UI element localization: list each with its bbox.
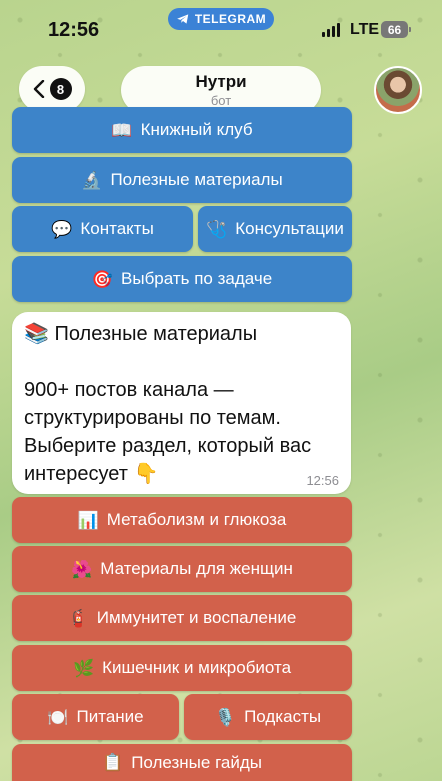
avatar[interactable] [374, 66, 422, 114]
message-bubble[interactable]: 📚 Полезные материалы 900+ постов канала … [12, 312, 351, 494]
herb-icon: 🌿 [72, 658, 95, 678]
flower-icon: 🌺 [71, 559, 93, 579]
keyboard-button-consultations[interactable]: 🩺 Консультации [198, 206, 352, 252]
inline-button-women[interactable]: 🌺 Материалы для женщин [12, 546, 352, 592]
signal-icon [322, 23, 340, 37]
keyboard-button-contacts[interactable]: 💬 Контакты [12, 206, 193, 252]
inline-button-guides[interactable]: 📋 Полезные гайды [12, 744, 352, 781]
keyboard-button-label: Контакты [80, 219, 154, 238]
battery-icon: 66 [381, 21, 411, 38]
unread-count-badge: 8 [49, 78, 72, 100]
inline-button-immunity[interactable]: 🧯 Иммунитет и воспаление [12, 595, 352, 641]
message-text-line: структурированы по темам. [24, 407, 281, 429]
stethoscope-icon: 🩺 [206, 219, 228, 239]
message-text-line: 900+ постов канала — [24, 379, 234, 401]
inline-button-label: Полезные гайды [131, 752, 262, 772]
keyboard-button-useful-materials[interactable]: 🔬 Полезные материалы [12, 157, 352, 203]
inline-button-label: Подкасты [244, 707, 322, 726]
speech-bubble-icon: 💬 [51, 219, 73, 239]
keyboard-button-label: Выбрать по задаче [121, 269, 273, 288]
message-title: 📚 Полезные материалы [24, 323, 258, 345]
telegram-icon [176, 14, 189, 24]
keyboard-button-choose-by-task[interactable]: 🎯 Выбрать по задаче [12, 256, 352, 302]
keyboard-button-label: Консультации [235, 219, 344, 238]
extinguisher-icon: 🧯 [67, 608, 89, 628]
telegram-badge-label: TELEGRAM [194, 12, 267, 26]
telegram-badge[interactable]: TELEGRAM [168, 8, 274, 30]
keyboard-button-label: Книжный клуб [140, 120, 253, 139]
inline-button-metabolism[interactable]: 📊 Метаболизм и глюкоза [12, 497, 352, 543]
microphone-icon: 🎙️ [214, 707, 237, 727]
inline-button-label: Метаболизм и глюкоза [106, 510, 287, 529]
keyboard-button-book-club[interactable]: 📖 Книжный клуб [12, 107, 352, 153]
clipboard-icon: 📋 [102, 753, 124, 772]
inline-button-podcasts[interactable]: 🎙️ Подкасты [184, 694, 352, 740]
inline-button-label: Иммунитет и воспаление [96, 608, 297, 627]
target-icon: 🎯 [91, 269, 114, 289]
inline-button-label: Кишечник и микробиота [102, 658, 292, 677]
inline-button-label: Питание [76, 707, 144, 726]
chat-name: Нутри [195, 72, 247, 91]
book-icon: 📖 [111, 120, 133, 140]
inline-button-label: Материалы для женщин [100, 559, 293, 578]
message-text-line: интересует 👇 [24, 463, 159, 485]
keyboard-button-label: Полезные материалы [110, 170, 283, 189]
message-text-line: Выберите раздел, который вас [24, 435, 312, 457]
message-time: 12:56 [306, 473, 339, 488]
status-bar: 12:56 TELEGRAM LTE 66 [0, 0, 442, 60]
chevron-left-icon [33, 80, 44, 98]
inline-button-gut[interactable]: 🌿 Кишечник и микробиота [12, 645, 352, 691]
network-type: LTE [350, 21, 380, 38]
microscope-icon: 🔬 [81, 170, 103, 190]
chat-subtitle: бот [210, 93, 232, 108]
plate-icon: 🍽️ [47, 707, 69, 727]
inline-button-nutrition[interactable]: 🍽️ Питание [12, 694, 179, 740]
status-time: 12:56 [48, 19, 100, 41]
bar-chart-icon: 📊 [77, 510, 99, 530]
battery-level: 66 [387, 22, 402, 37]
back-button[interactable]: 8 [19, 66, 85, 112]
